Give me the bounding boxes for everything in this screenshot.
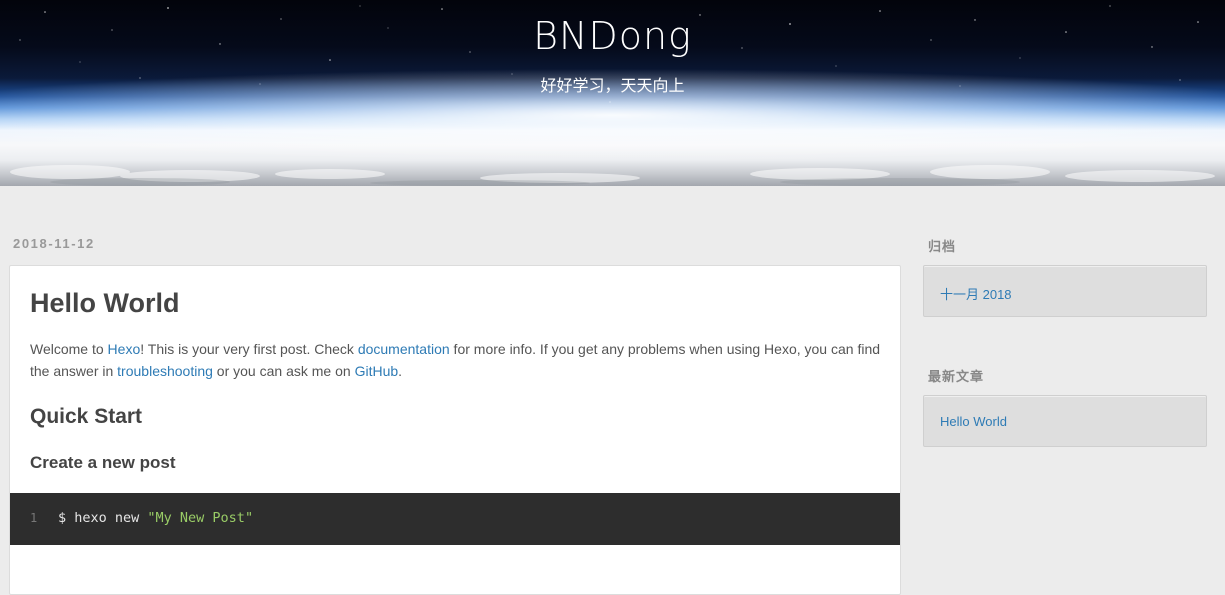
code-block: 1 $ hexo new "My New Post"	[10, 493, 900, 545]
post-title[interactable]: Hello World	[30, 288, 180, 319]
hexo-link[interactable]: Hexo	[108, 341, 141, 357]
quick-start-heading: Quick Start	[30, 405, 143, 428]
create-post-heading: Create a new post	[30, 453, 176, 472]
code-command: $ hexo new	[58, 510, 148, 526]
archives-widget: 十一月 2018	[923, 265, 1207, 317]
recent-post-link[interactable]: Hello World	[940, 414, 1007, 429]
code-line: $ hexo new "My New Post"	[58, 510, 253, 526]
archives-widget-title: 归档	[928, 239, 957, 254]
intro-text-1: Welcome to	[30, 341, 108, 357]
code-string: "My New Post"	[147, 510, 254, 526]
post-card: Hello World Welcome to Hexo! This is you…	[9, 265, 901, 595]
post-intro-paragraph: Welcome to Hexo! This is your very first…	[30, 338, 885, 382]
cloud-layer-decoration	[10, 165, 1215, 186]
code-line-number: 1	[30, 511, 38, 525]
github-link[interactable]: GitHub	[355, 363, 399, 379]
intro-text-4: or you can ask me on	[212, 363, 355, 379]
archive-item-link[interactable]: 十一月 2018	[940, 284, 1012, 303]
site-subtitle: 好好学习，天天向上	[540, 78, 685, 95]
post-date[interactable]: 2018-11-12	[13, 236, 95, 251]
intro-text-2: ! This is your very first post. Check	[140, 341, 358, 357]
documentation-link[interactable]: documentation	[358, 341, 450, 357]
recent-posts-widget: Hello World	[923, 395, 1207, 447]
site-title-link[interactable]: BNDong	[0, 14, 1225, 58]
header-banner: BNDong 好好学习，天天向上	[0, 0, 1225, 186]
intro-text-5: .	[398, 363, 403, 379]
recent-posts-widget-title: 最新文章	[928, 369, 985, 384]
troubleshooting-link[interactable]: troubleshooting	[117, 363, 213, 379]
